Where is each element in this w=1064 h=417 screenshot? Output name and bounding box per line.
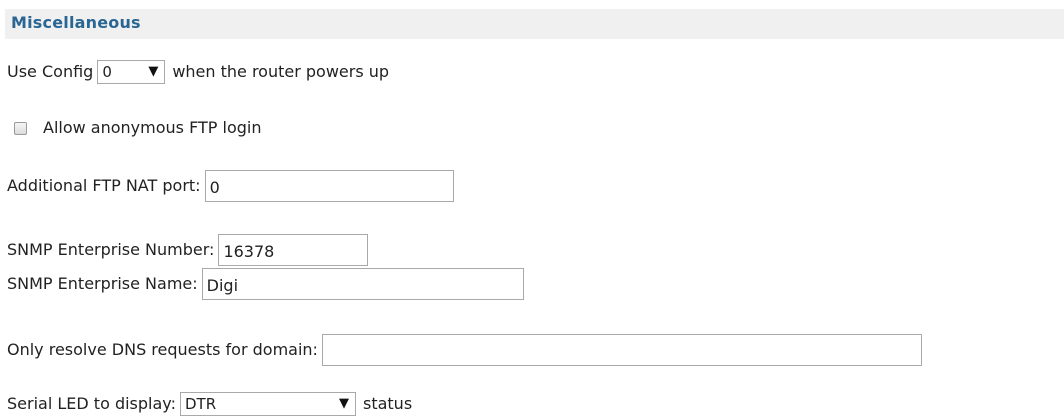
dropdown-arrow-icon: ▼	[148, 64, 159, 79]
serial-led-suffix: status	[362, 394, 413, 413]
dns-domain-label: Only resolve DNS requests for domain:	[7, 340, 318, 359]
snmp-number-label: SNMP Enterprise Number:	[7, 240, 215, 259]
serial-led-select[interactable]: DTR ▼	[179, 392, 356, 416]
snmp-name-input[interactable]: Digi	[201, 268, 524, 300]
use-config-suffix: when the router powers up	[172, 62, 390, 81]
section-title: Miscellaneous	[11, 13, 141, 32]
snmp-name-label: SNMP Enterprise Name:	[7, 274, 198, 293]
ftp-nat-port-row: Additional FTP NAT port: 0	[7, 170, 454, 202]
ftp-nat-port-label: Additional FTP NAT port:	[7, 176, 201, 195]
serial-led-row: Serial LED to display: DTR ▼ status	[7, 392, 412, 416]
use-config-row: Use Config 0 ▼ when the router powers up	[7, 60, 389, 84]
anonymous-ftp-label: Allow anonymous FTP login	[43, 118, 262, 137]
snmp-name-row: SNMP Enterprise Name: Digi	[7, 268, 524, 300]
dropdown-arrow-icon: ▼	[338, 396, 349, 411]
anonymous-ftp-checkbox[interactable]	[14, 121, 27, 135]
dns-domain-input[interactable]	[321, 334, 922, 366]
serial-led-selected-value: DTR	[184, 395, 217, 413]
section-header-miscellaneous: Miscellaneous	[5, 9, 1064, 39]
dns-domain-row: Only resolve DNS requests for domain:	[7, 334, 922, 366]
ftp-nat-port-input[interactable]: 0	[204, 170, 454, 202]
use-config-select[interactable]: 0 ▼	[97, 60, 166, 84]
use-config-selected-value: 0	[102, 63, 112, 81]
snmp-number-row: SNMP Enterprise Number: 16378	[7, 234, 369, 266]
anonymous-ftp-row: Allow anonymous FTP login	[7, 118, 261, 138]
serial-led-label: Serial LED to display:	[7, 394, 176, 413]
snmp-number-input[interactable]: 16378	[218, 234, 369, 266]
use-config-prefix: Use Config	[7, 62, 94, 81]
